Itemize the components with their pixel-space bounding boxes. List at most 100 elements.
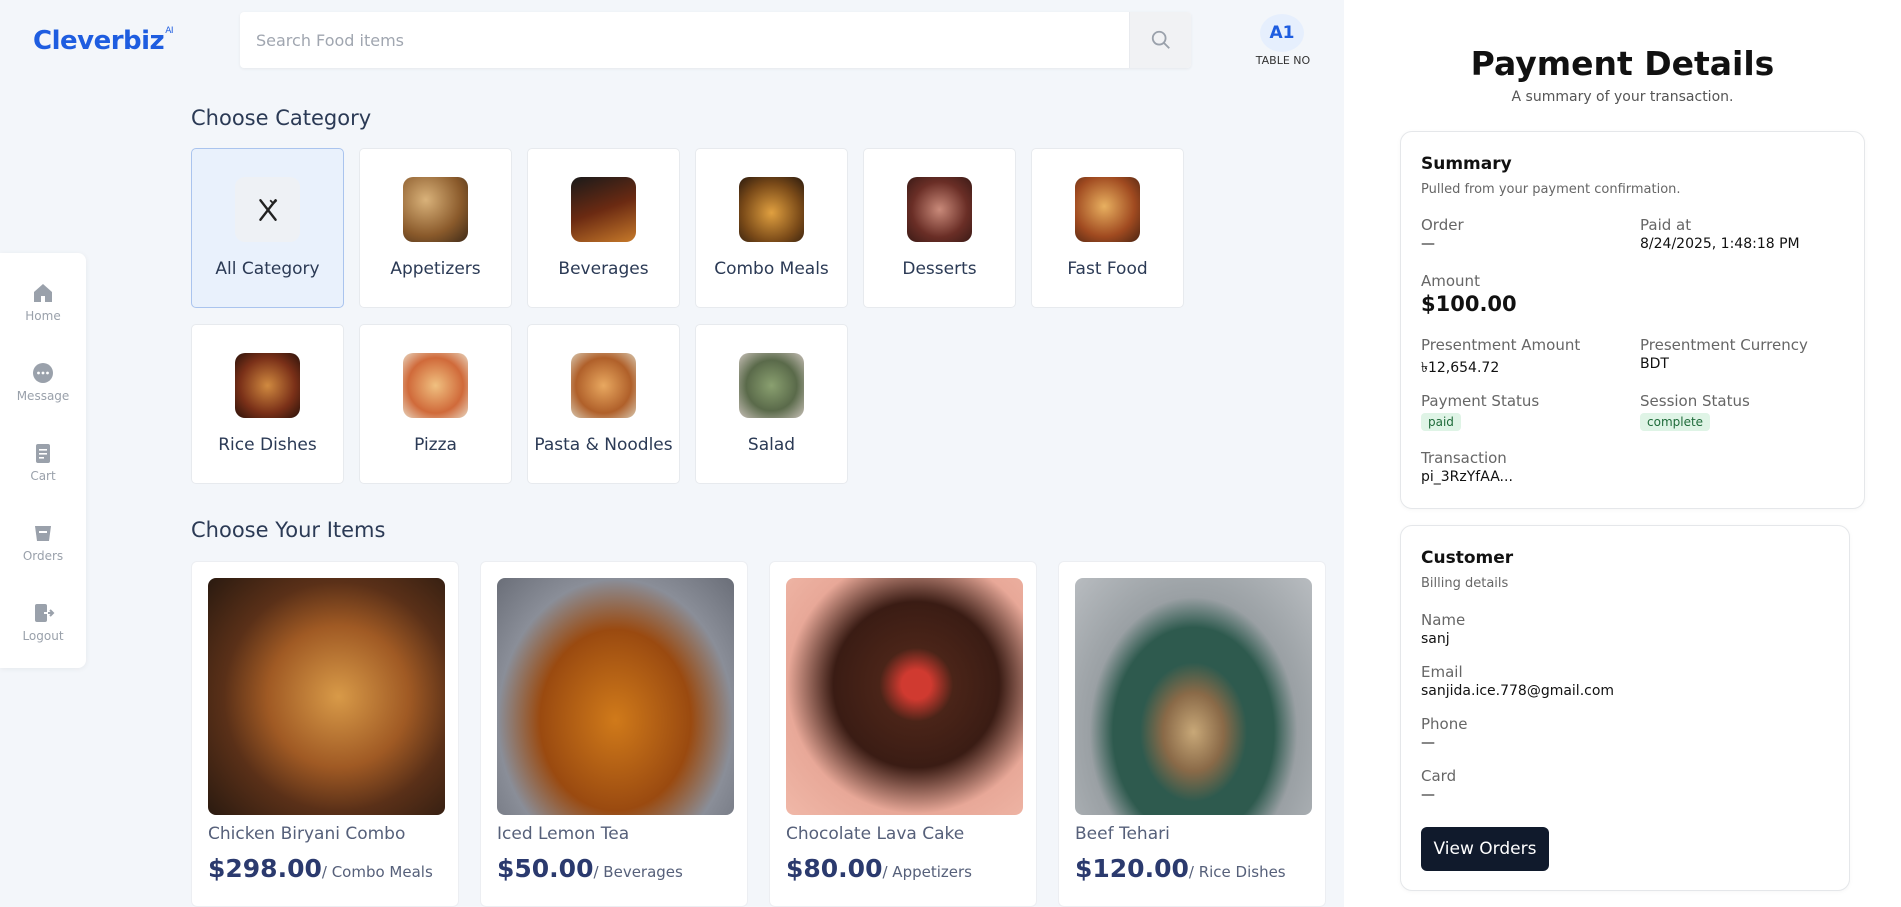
- table-number-badge: A1: [1260, 14, 1304, 52]
- transaction-label: Transaction: [1421, 449, 1507, 467]
- food-item-card[interactable]: Chocolate Lava Cake $80.00/ Appetizers: [769, 561, 1037, 907]
- message-icon: [33, 363, 53, 383]
- price-category: / Combo Meals: [321, 863, 433, 881]
- presentment-amount-label: Presentment Amount: [1421, 336, 1581, 354]
- food-item-name: Chocolate Lava Cake: [786, 824, 965, 844]
- nav-orders[interactable]: Orders: [0, 521, 86, 563]
- utensils-icon: [258, 198, 277, 221]
- category-pasta-noodles[interactable]: Pasta & Noodles: [527, 324, 680, 484]
- category-label: Appetizers: [390, 259, 481, 279]
- presentment-currency-value: BDT: [1640, 356, 1669, 372]
- price-category: / Rice Dishes: [1188, 863, 1286, 881]
- category-label: Fast Food: [1067, 259, 1148, 279]
- category-desserts[interactable]: Desserts: [863, 148, 1016, 308]
- card-value: —: [1421, 787, 1435, 803]
- session-status-badge: complete: [1640, 413, 1711, 431]
- paid-at-label: Paid at: [1640, 216, 1692, 234]
- food-item-name: Chicken Biryani Combo: [208, 824, 406, 844]
- appetizers-image: [403, 177, 468, 242]
- amount-label: Amount: [1421, 272, 1480, 290]
- category-salad[interactable]: Salad: [695, 324, 848, 484]
- amount-value: $100.00: [1421, 292, 1517, 316]
- nav-logout[interactable]: Logout: [0, 601, 86, 643]
- food-item-card[interactable]: Chicken Biryani Combo $298.00/ Combo Mea…: [191, 561, 459, 907]
- summary-card: Summary Pulled from your payment confirm…: [1400, 131, 1865, 509]
- food-item-image: [208, 578, 445, 815]
- nav-cart[interactable]: Cart: [0, 441, 86, 483]
- food-item-name: Iced Lemon Tea: [497, 824, 630, 844]
- category-label: Salad: [747, 435, 796, 455]
- home-icon: [34, 284, 52, 302]
- view-orders-button[interactable]: View Orders: [1421, 827, 1549, 871]
- category-label: Pizza: [414, 435, 457, 455]
- food-item-card[interactable]: Iced Lemon Tea $50.00/ Beverages: [480, 561, 748, 907]
- items-heading: Choose Your Items: [191, 518, 386, 542]
- search-button[interactable]: [1129, 12, 1191, 68]
- pasta-noodles-image: [571, 353, 636, 418]
- category-label: All Category: [215, 259, 320, 279]
- email-value: sanjida.ice.778@gmail.com: [1421, 683, 1615, 699]
- category-label: Beverages: [558, 259, 649, 279]
- category-all[interactable]: All Category: [191, 148, 344, 308]
- category-beverages[interactable]: Beverages: [527, 148, 680, 308]
- order-label: Order: [1421, 216, 1464, 234]
- phone-label: Phone: [1421, 715, 1468, 733]
- food-item-card[interactable]: Beef Tehari $120.00/ Rice Dishes: [1058, 561, 1326, 907]
- food-item-image: [1075, 578, 1312, 815]
- logo-text: Cleverbiz: [33, 26, 165, 56]
- price-value: $80.00: [786, 854, 883, 883]
- combo-meals-image: [739, 177, 804, 242]
- paid-at-value: 8/24/2025, 1:48:18 PM: [1640, 236, 1800, 252]
- nav-label: Home: [25, 309, 61, 323]
- payment-panel: Payment Details A summary of your transa…: [1344, 0, 1901, 907]
- rice-dishes-image: [235, 353, 300, 418]
- name-value: sanj: [1421, 631, 1450, 647]
- summary-title: Summary: [1421, 154, 1512, 174]
- category-combo-meals[interactable]: Combo Meals: [695, 148, 848, 308]
- category-rice-dishes[interactable]: Rice Dishes: [191, 324, 344, 484]
- nav-label: Cart: [30, 469, 56, 483]
- payment-status-badge: paid: [1421, 413, 1461, 431]
- category-label: Pasta & Noodles: [534, 435, 673, 455]
- nav-message[interactable]: Message: [0, 361, 86, 403]
- price-value: $50.00: [497, 854, 594, 883]
- category-label: Combo Meals: [714, 259, 829, 279]
- logo[interactable]: CleverbizAI: [33, 26, 173, 56]
- desserts-image: [907, 177, 972, 242]
- payment-subtitle: A summary of your transaction.: [1511, 89, 1734, 105]
- logout-icon: [35, 604, 55, 622]
- food-item-image: [497, 578, 734, 815]
- transaction-value: pi_3RzYfAA...: [1421, 469, 1513, 485]
- sidebar: Home Message Cart Orders Logout: [0, 253, 86, 668]
- search-bar: [240, 12, 1191, 68]
- orders-icon: [35, 526, 51, 541]
- order-value: —: [1421, 236, 1435, 252]
- main-panel: CleverbizAI A1 TABLE NO Home Message Car…: [0, 0, 1344, 907]
- category-fast-food[interactable]: Fast Food: [1031, 148, 1184, 308]
- all-category-image: [235, 177, 300, 242]
- session-status-label: Session Status: [1640, 392, 1750, 410]
- category-pizza[interactable]: Pizza: [359, 324, 512, 484]
- nav-home[interactable]: Home: [0, 281, 86, 323]
- categories-heading: Choose Category: [191, 106, 372, 130]
- customer-card: Customer Billing details Name sanj Email…: [1400, 525, 1850, 891]
- fast-food-image: [1075, 177, 1140, 242]
- beverages-image: [571, 177, 636, 242]
- food-item-price: $80.00/ Appetizers: [786, 854, 972, 883]
- presentment-currency-label: Presentment Currency: [1640, 336, 1808, 354]
- logo-ai-badge: AI: [165, 26, 173, 36]
- email-label: Email: [1421, 663, 1463, 681]
- phone-value: —: [1421, 735, 1435, 751]
- food-item-price: $50.00/ Beverages: [497, 854, 683, 883]
- category-label: Rice Dishes: [218, 435, 317, 455]
- nav-label: Logout: [22, 629, 64, 643]
- category-label: Desserts: [902, 259, 977, 279]
- price-category: / Appetizers: [882, 863, 972, 881]
- card-label: Card: [1421, 767, 1457, 785]
- nav-label: Message: [16, 389, 70, 403]
- category-appetizers[interactable]: Appetizers: [359, 148, 512, 308]
- price-value: $120.00: [1075, 854, 1189, 883]
- nav-label: Orders: [22, 549, 64, 563]
- payment-status-label: Payment Status: [1421, 392, 1540, 410]
- search-input[interactable]: [256, 12, 1136, 68]
